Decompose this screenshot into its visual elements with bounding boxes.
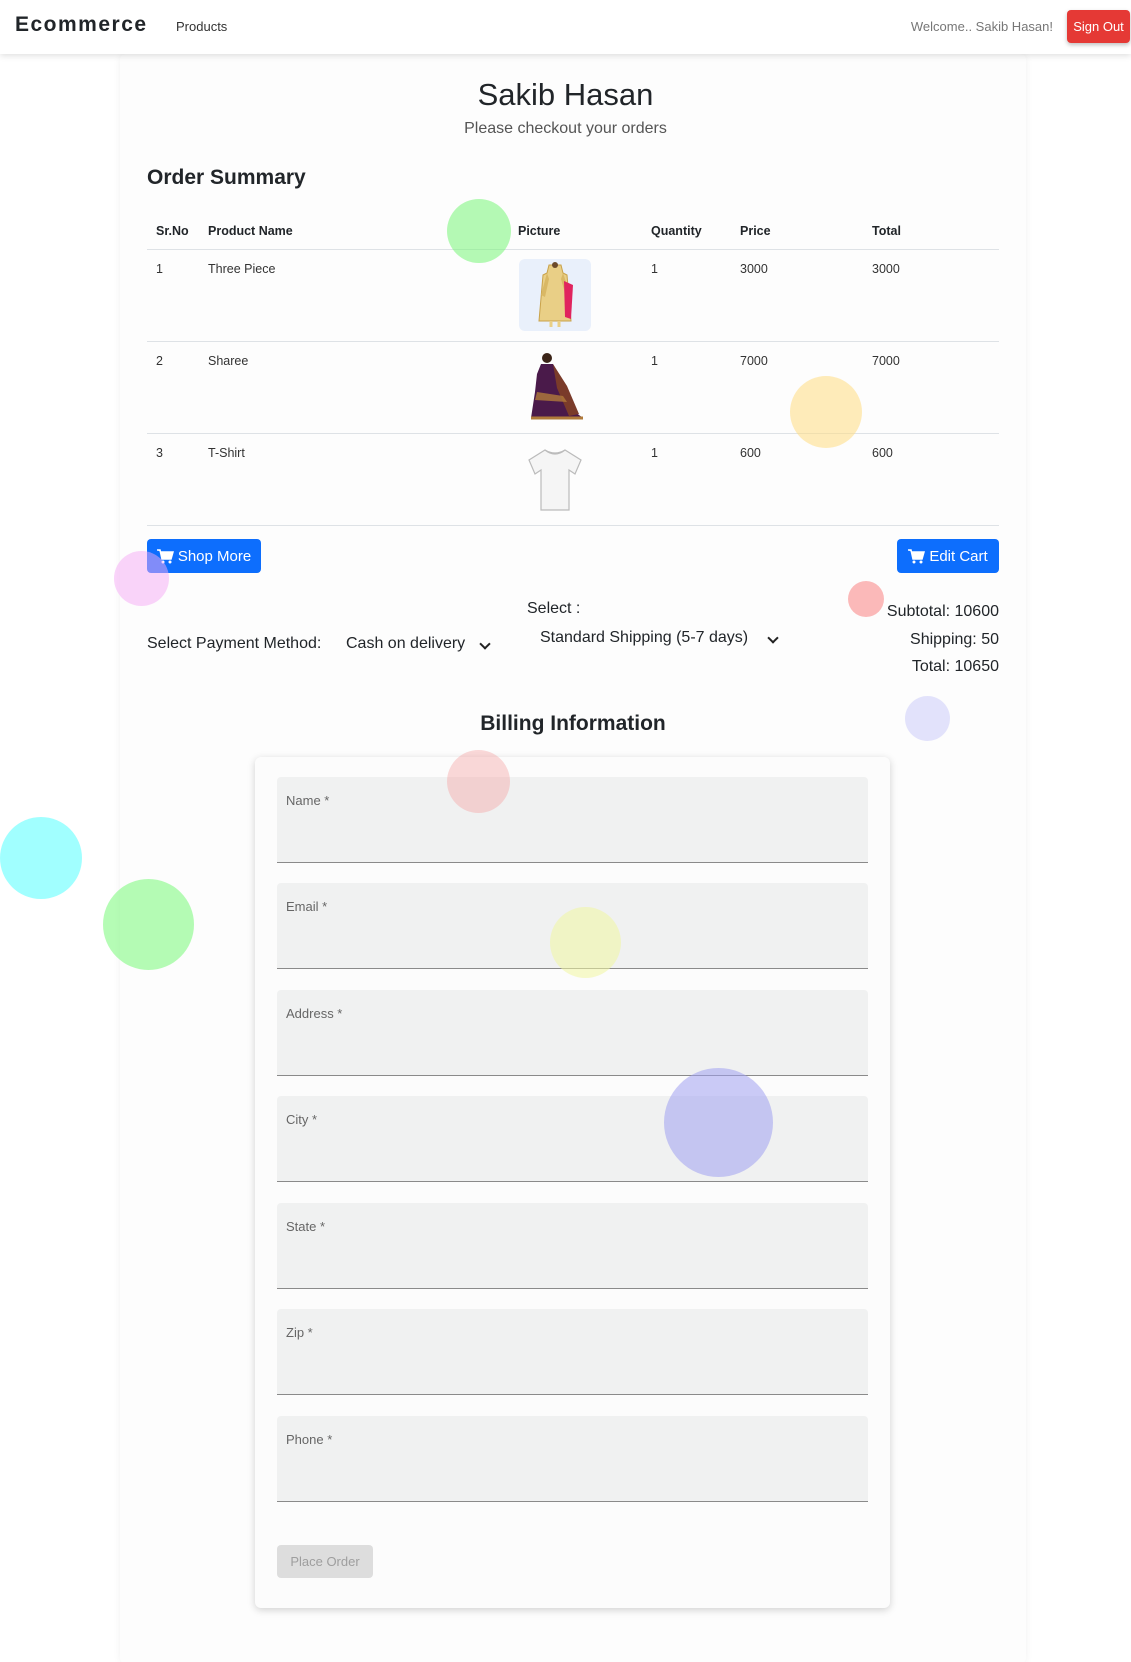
t-shirt-image: [519, 443, 591, 515]
sign-out-button[interactable]: Sign Out: [1067, 10, 1130, 43]
cart-icon: [908, 548, 926, 563]
address-field[interactable]: Address *: [277, 990, 868, 1076]
page-subtitle: Please checkout your orders: [464, 120, 667, 137]
city-field[interactable]: City *: [277, 1096, 868, 1182]
order-summary-heading: Order Summary: [147, 166, 306, 189]
col-header-picture: Picture: [509, 214, 642, 250]
sharee-image: [519, 351, 591, 423]
cell-quantity: 1: [642, 433, 731, 526]
nav-link-products[interactable]: Products: [176, 19, 227, 34]
cell-quantity: 1: [642, 341, 731, 434]
table-row: 3 T-Shirt 1 600 600: [147, 433, 999, 526]
chevron-down-icon: [479, 638, 491, 650]
zip-field[interactable]: Zip *: [277, 1309, 868, 1395]
email-field-label: Email *: [286, 899, 328, 914]
order-table: Sr.No Product Name Picture Quantity Pric…: [147, 214, 999, 526]
col-header-srno: Sr.No: [147, 214, 199, 250]
cell-product-name: T-Shirt: [199, 433, 509, 526]
cart-icon: [156, 548, 174, 563]
welcome-text: Welcome.. Sakib Hasan!: [910, 19, 1053, 34]
city-field-label: City *: [286, 1112, 318, 1127]
table-header-row: Sr.No Product Name Picture Quantity Pric…: [147, 214, 999, 250]
shipping-method-value: Standard Shipping (5-7 days): [540, 629, 749, 646]
name-field-label: Name *: [286, 793, 330, 808]
zip-field-label: Zip *: [286, 1325, 313, 1340]
col-header-quantity: Quantity: [642, 214, 731, 250]
navbar: Ecommerce Products Welcome.. Sakib Hasan…: [0, 0, 1131, 54]
email-field[interactable]: Email *: [277, 883, 868, 969]
cell-product-name: Three Piece: [199, 249, 509, 342]
order-totals: Subtotal: 10600 Shipping: 50 Total: 1065…: [887, 598, 999, 681]
cell-price: 7000: [731, 341, 863, 434]
phone-field-label: Phone *: [286, 1432, 333, 1447]
cell-srno: 2: [147, 341, 199, 434]
payment-method-label: Select Payment Method:: [147, 635, 322, 652]
shipping-cost-text: Shipping: 50: [910, 630, 999, 648]
billing-form: Name * Email * Address * City * State * …: [255, 757, 890, 1608]
customer-name: Sakib Hasan: [477, 77, 654, 112]
edit-cart-button[interactable]: Edit Cart: [897, 539, 999, 573]
cell-quantity: 1: [642, 249, 731, 342]
subtotal-text: Subtotal: 10600: [886, 603, 999, 620]
cell-srno: 1: [147, 249, 199, 342]
address-field-label: Address *: [286, 1006, 343, 1021]
place-order-button[interactable]: Place Order: [277, 1545, 373, 1578]
shop-more-button[interactable]: Shop More: [147, 539, 261, 573]
table-row: 2 Sharee 1 7000 7000: [147, 341, 999, 434]
shipping-method-select[interactable]: Standard Shipping (5-7 days): [527, 622, 787, 654]
three-piece-image: [519, 258, 591, 331]
cell-total: 7000: [863, 341, 999, 434]
edit-cart-label: Edit Cart: [929, 547, 988, 565]
phone-field[interactable]: Phone *: [277, 1416, 868, 1502]
payment-method-value: Cash on delivery: [346, 635, 466, 652]
cell-price: 600: [731, 433, 863, 526]
chevron-down-icon: [767, 632, 779, 644]
col-header-total: Total: [863, 214, 999, 250]
col-header-product-name: Product Name: [199, 214, 509, 250]
touch-indicator: [0, 817, 82, 899]
payment-method-select[interactable]: Cash on delivery: [339, 628, 499, 660]
cell-srno: 3: [147, 433, 199, 526]
shop-more-label: Shop More: [177, 547, 252, 565]
cell-total: 600: [863, 433, 999, 526]
cell-product-name: Sharee: [199, 341, 509, 434]
table-row: 1 Three Piece 1 3000 3000: [147, 249, 999, 342]
col-header-price: Price: [731, 214, 863, 250]
shipping-label: Select :: [527, 600, 581, 617]
brand-logo[interactable]: Ecommerce: [15, 13, 148, 37]
name-field[interactable]: Name *: [277, 777, 868, 863]
state-field-label: State *: [286, 1219, 326, 1234]
state-field[interactable]: State *: [277, 1203, 868, 1289]
grand-total-text: Total: 10650: [911, 658, 999, 675]
cell-price: 3000: [731, 249, 863, 342]
cell-total: 3000: [863, 249, 999, 342]
billing-heading: Billing Information: [480, 712, 666, 735]
